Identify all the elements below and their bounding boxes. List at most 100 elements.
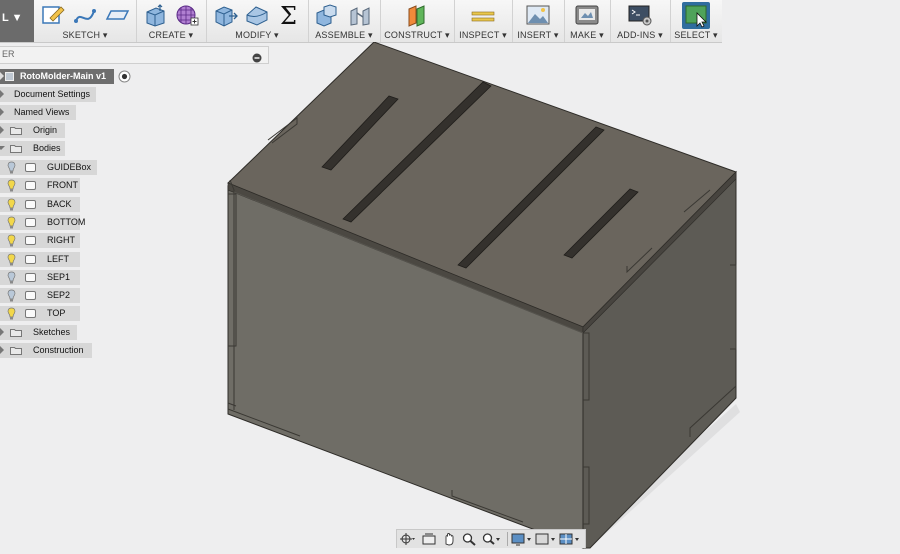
- insert-image-icon[interactable]: [525, 3, 551, 27]
- select-tool-icon[interactable]: [682, 2, 710, 29]
- offset-plane-icon[interactable]: [404, 3, 430, 27]
- pan-icon[interactable]: [441, 532, 457, 546]
- select-group: SELECT ▾: [670, 0, 722, 42]
- body-label: BACK: [47, 199, 72, 209]
- body-item[interactable]: FRONT: [0, 178, 80, 193]
- body-icon: [25, 218, 36, 227]
- body-item[interactable]: TOP: [0, 306, 80, 321]
- body-item[interactable]: LEFT: [0, 252, 80, 267]
- collapse-arrow-icon[interactable]: [0, 146, 5, 150]
- insert-group: INSERT ▾: [512, 0, 565, 42]
- expand-arrow-icon[interactable]: [0, 72, 4, 80]
- body-label: BOTTOM: [47, 217, 86, 227]
- extrude-icon[interactable]: [142, 3, 168, 27]
- body-item[interactable]: BOTTOM: [0, 215, 85, 230]
- activate-component-icon[interactable]: [118, 70, 131, 83]
- sketches-label: Sketches: [33, 327, 71, 337]
- body-icon: [25, 200, 36, 209]
- modify-group: Σ MODIFY ▾: [206, 0, 309, 42]
- construct-menu[interactable]: CONSTRUCT ▾: [380, 30, 454, 41]
- folder-icon: [10, 126, 22, 135]
- workspace-switcher[interactable]: L ▼: [0, 0, 34, 42]
- body-item[interactable]: SEP1: [0, 270, 80, 285]
- visibility-bulb-icon[interactable]: [7, 216, 16, 229]
- insert-menu[interactable]: INSERT ▾: [512, 30, 564, 41]
- visibility-bulb-icon[interactable]: [7, 234, 16, 247]
- display-settings-icon[interactable]: [511, 532, 533, 546]
- body-icon: [25, 273, 36, 282]
- visibility-bulb-icon[interactable]: [7, 253, 16, 266]
- box-model[interactable]: [0, 41, 900, 549]
- document-settings-label: Document Settings: [14, 89, 91, 99]
- make-menu[interactable]: MAKE ▾: [564, 30, 610, 41]
- expand-arrow-icon[interactable]: [0, 328, 4, 336]
- new-component-icon[interactable]: [314, 3, 340, 27]
- modify-menu[interactable]: MODIFY ▾: [206, 30, 308, 41]
- visibility-bulb-icon[interactable]: [7, 307, 16, 320]
- folder-icon: [10, 346, 22, 355]
- body-item[interactable]: SEP2: [0, 288, 80, 303]
- bodies-label: Bodies: [33, 143, 61, 153]
- browser-named-views[interactable]: Named Views: [0, 105, 76, 120]
- body-label: GUIDEBox: [47, 162, 92, 172]
- look-at-icon[interactable]: [421, 532, 437, 546]
- orbit-icon[interactable]: [399, 532, 415, 546]
- component-icon: [5, 72, 14, 81]
- scripts-addins-icon[interactable]: [627, 3, 653, 27]
- origin-label: Origin: [33, 125, 58, 135]
- sketch-group: SKETCH ▾: [34, 0, 137, 42]
- fit-zoom-icon[interactable]: [481, 532, 501, 546]
- browser-title: ER: [2, 49, 15, 59]
- grid-snaps-icon[interactable]: [535, 532, 557, 546]
- sketch-menu[interactable]: SKETCH ▾: [34, 30, 136, 41]
- fillet-icon[interactable]: [244, 3, 270, 27]
- body-item[interactable]: RIGHT: [0, 233, 80, 248]
- viewports-icon[interactable]: [559, 532, 581, 546]
- select-menu[interactable]: SELECT ▾: [670, 30, 722, 41]
- addins-menu[interactable]: ADD-INS ▾: [610, 30, 670, 41]
- body-item[interactable]: BACK: [0, 197, 80, 212]
- body-icon: [25, 291, 36, 300]
- browser-bodies[interactable]: Bodies: [0, 141, 65, 156]
- rectangle-icon[interactable]: [104, 3, 130, 27]
- browser-document-settings[interactable]: Document Settings: [0, 87, 96, 102]
- create-menu[interactable]: CREATE ▾: [136, 30, 206, 41]
- collapse-browser-icon[interactable]: [252, 50, 262, 63]
- construction-label: Construction: [33, 345, 84, 355]
- navigation-bar: [396, 529, 586, 548]
- assemble-menu[interactable]: ASSEMBLE ▾: [308, 30, 380, 41]
- 3d-viewport[interactable]: [0, 41, 900, 549]
- visibility-bulb-icon[interactable]: [7, 161, 16, 174]
- visibility-bulb-icon[interactable]: [7, 271, 16, 284]
- visibility-bulb-icon[interactable]: [7, 179, 16, 192]
- press-pull-icon[interactable]: [212, 3, 238, 27]
- body-icon: [25, 309, 36, 318]
- browser-construction[interactable]: Construction: [0, 343, 92, 358]
- expand-arrow-icon[interactable]: [0, 108, 4, 116]
- print-3d-icon[interactable]: [574, 3, 600, 27]
- body-icon: [25, 163, 36, 172]
- browser-sketches[interactable]: Sketches: [0, 325, 77, 340]
- body-icon: [25, 255, 36, 264]
- visibility-bulb-icon[interactable]: [7, 289, 16, 302]
- visibility-bulb-icon[interactable]: [7, 198, 16, 211]
- expand-arrow-icon[interactable]: [0, 90, 4, 98]
- browser-origin[interactable]: Origin: [0, 123, 65, 138]
- addins-group: ADD-INS ▾: [610, 0, 671, 42]
- create-sketch-icon[interactable]: [40, 3, 66, 27]
- assemble-group: ASSEMBLE ▾: [308, 0, 381, 42]
- form-icon[interactable]: [174, 3, 200, 27]
- body-item[interactable]: GUIDEBox: [0, 160, 97, 175]
- expand-arrow-icon[interactable]: [0, 126, 4, 134]
- workspace-label: L ▼: [2, 12, 23, 24]
- measure-icon[interactable]: [470, 3, 496, 27]
- body-label: FRONT: [47, 180, 78, 190]
- inspect-menu[interactable]: INSPECT ▾: [454, 30, 512, 41]
- spline-icon[interactable]: [72, 3, 98, 27]
- compute-all-icon[interactable]: Σ: [276, 3, 302, 27]
- zoom-icon[interactable]: [461, 532, 477, 546]
- browser-root-node[interactable]: RotoMolder-Main v1: [0, 69, 114, 84]
- main-toolbar: L ▼ SKETCH ▾ CREATE ▾ Σ MODIFY ▾ ASSEMBL…: [0, 0, 722, 43]
- expand-arrow-icon[interactable]: [0, 346, 4, 354]
- joint-icon[interactable]: [348, 3, 374, 27]
